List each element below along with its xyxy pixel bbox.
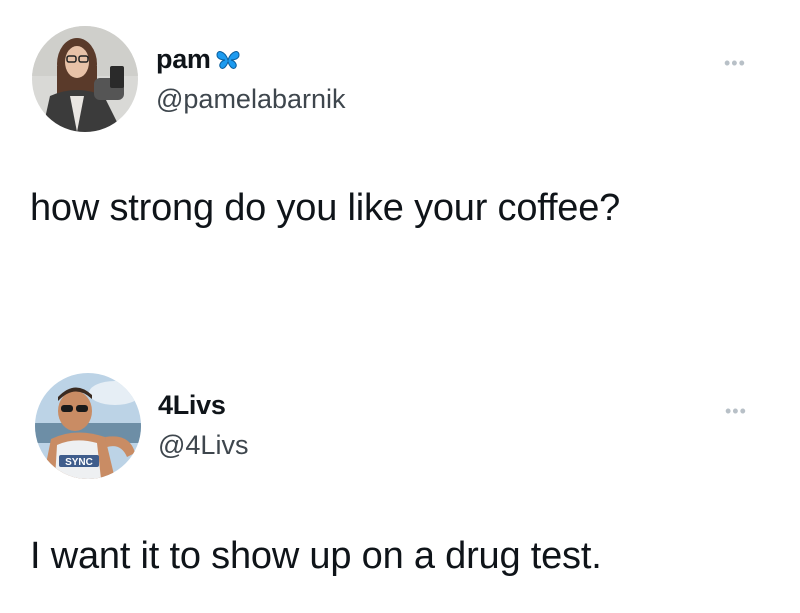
more-options-icon[interactable]: ••• [725,402,747,420]
display-name[interactable]: 4Livs [158,390,226,421]
author-name-row: 4Livs [158,390,226,421]
tweet-text: how strong do you like your coffee? [30,187,621,229]
author-name-row: pam [156,44,241,75]
avatar-pam[interactable] [32,26,138,132]
avatar-pam-image [32,26,138,132]
butterfly-icon [215,49,241,71]
more-options-icon[interactable]: ••• [724,54,746,72]
tweet-text: I want it to show up on a drug test. [30,535,602,577]
tweet-reply[interactable]: SYNC 4Livs @4Livs ••• I want it to show … [0,300,800,613]
tweet-original[interactable]: pam @pamelabarnik ••• how strong do you … [0,0,800,300]
avatar-4livs[interactable]: SYNC [35,373,141,479]
avatar-4livs-image: SYNC [35,373,141,479]
display-name[interactable]: pam [156,44,211,75]
avatar-shirt-text: SYNC [65,457,93,468]
handle[interactable]: @pamelabarnik [156,84,346,115]
handle[interactable]: @4Livs [158,430,248,461]
